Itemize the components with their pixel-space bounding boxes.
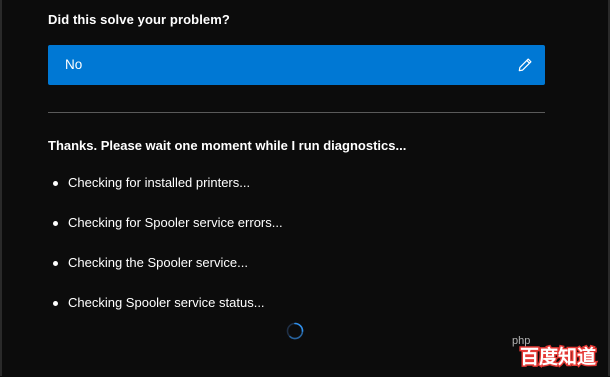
diagnostics-item: Checking Spooler service status... [48, 290, 283, 330]
diagnostics-item: Checking for installed printers... [48, 170, 283, 210]
section-divider [48, 112, 545, 113]
feedback-question: Did this solve your problem? [48, 12, 230, 27]
diagnostics-item: Checking the Spooler service... [48, 250, 283, 290]
answer-field[interactable]: No [48, 45, 545, 85]
diagnostics-item: Checking for Spooler service errors... [48, 210, 283, 250]
answer-value: No [65, 57, 83, 72]
window-left-edge [0, 0, 2, 376]
bullet-icon [53, 301, 58, 306]
diagnostics-item-label: Checking the Spooler service... [68, 255, 248, 270]
watermark-text: 百度知道 [520, 345, 596, 368]
pencil-edit-icon[interactable] [517, 57, 533, 73]
bullet-icon [53, 221, 58, 226]
diagnostics-item-label: Checking Spooler service status... [68, 295, 265, 310]
diagnostics-item-label: Checking for installed printers... [68, 175, 251, 190]
bullet-icon [53, 261, 58, 266]
baidu-zhidao-logo: php 百度知道 [510, 330, 606, 372]
bullet-icon [53, 181, 58, 186]
diagnostics-heading: Thanks. Please wait one moment while I r… [48, 138, 407, 153]
diagnostics-list: Checking for installed printers... Check… [48, 170, 283, 330]
spinner-icon [286, 322, 304, 340]
diagnostics-item-label: Checking for Spooler service errors... [68, 215, 283, 230]
